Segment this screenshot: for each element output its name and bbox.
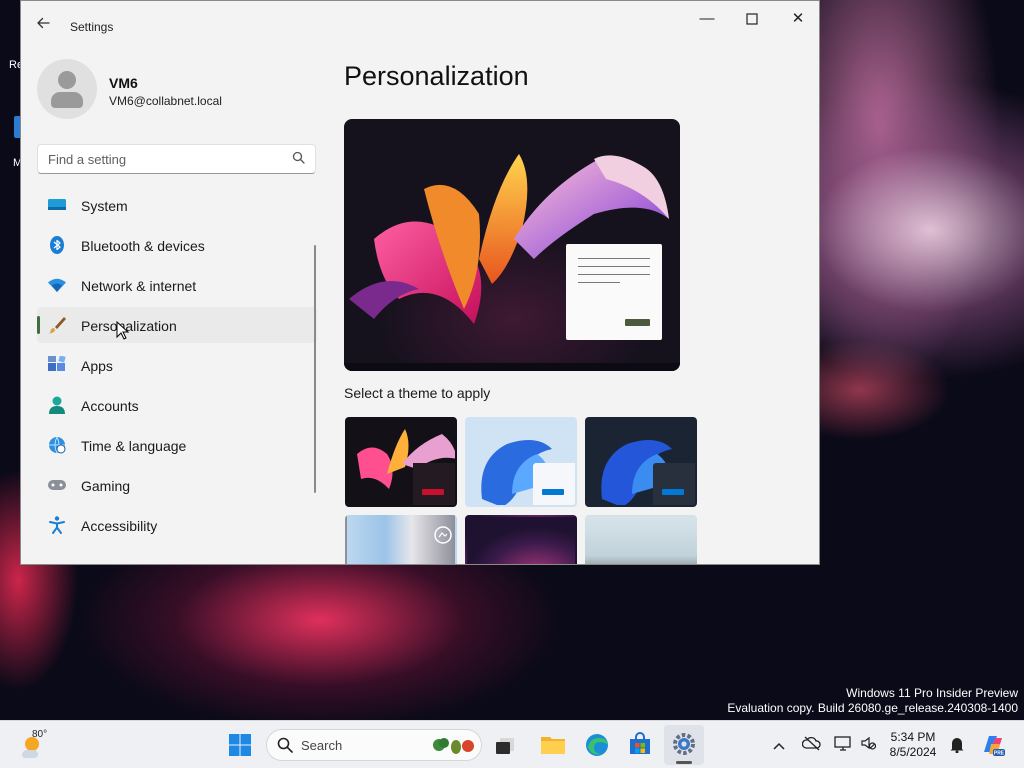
sidebar-item-label: Network & internet [81,278,197,294]
search-input[interactable] [48,152,278,167]
settings-search-box[interactable] [37,144,316,174]
theme-accent-swatch [542,489,564,495]
user-name: VM6 [109,75,138,91]
sidebar-item-accounts[interactable]: Accounts [37,387,317,423]
bluetooth-icon [47,236,67,254]
store-icon[interactable] [628,732,652,756]
theme-bloom-light[interactable] [465,417,577,507]
settings-window: Settings — ✕ VM6 VM6@collabnet.local Sys… [20,0,820,565]
sidebar-item-apps[interactable]: Apps [37,347,317,383]
settings-icon [673,733,695,755]
sidebar-item-network[interactable]: Network & internet [37,267,317,303]
theme-flow[interactable] [465,515,577,564]
preview-window-mock [566,244,662,340]
sidebar-item-label: Bluetooth & devices [81,238,205,254]
sidebar-scrollbar[interactable] [314,245,316,493]
sidebar-item-gaming[interactable]: Gaming [37,467,317,503]
svg-text:PRE: PRE [994,751,1005,757]
chevron-up-icon[interactable] [772,738,786,756]
sidebar-item-label: System [81,198,128,214]
title-bar[interactable]: Settings — ✕ [21,1,819,37]
sidebar-item-label: Accounts [81,398,139,414]
watermark-line-edition: Windows 11 Pro Insider Preview [846,686,1018,700]
task-view-icon[interactable] [494,734,518,756]
weather-temperature: 80° [32,729,48,740]
search-icon [277,737,293,758]
selection-indicator [37,316,40,334]
start-icon[interactable] [228,733,252,757]
theme-captured-motion[interactable] [345,515,457,564]
clock[interactable]: 5:34 PM 8/5/2024 [884,730,942,760]
taskbar: 80° Search 5:34 PM 8/5/2024 PRE [0,720,1024,768]
volume-muted-icon[interactable] [860,735,877,756]
theme-preview [344,119,680,371]
onedrive-offline-icon[interactable] [801,735,822,756]
copilot-icon[interactable]: PRE [980,732,1006,763]
accounts-icon [47,396,67,414]
sidebar-item-system[interactable]: System [37,187,317,223]
taskbar-search-box[interactable]: Search [266,729,482,761]
theme-glow-dark[interactable] [345,417,457,507]
page-title: Personalization [344,61,529,91]
sidebar-item-accessibility[interactable]: Accessibility [37,507,317,543]
settings-taskbar-button[interactable] [664,725,704,765]
minimize-button[interactable]: — [684,9,730,29]
avatar[interactable] [37,59,97,119]
network-icon [47,276,67,294]
active-app-indicator [676,761,692,764]
sidebar-item-time-language[interactable]: Time & language [37,427,317,463]
gamepad-icon [47,476,67,494]
search-highlight-icon [431,736,477,761]
edge-icon[interactable] [584,732,610,758]
sidebar-item-label: Accessibility [81,518,158,534]
maximize-button[interactable] [729,9,775,29]
system-icon [47,196,67,214]
sidebar-nav: System Bluetooth & devices Network & int… [37,187,317,547]
sidebar-item-label: Time & language [81,438,187,454]
window-title: Settings [70,20,114,34]
search-icon[interactable] [292,151,305,167]
user-email: VM6@collabnet.local [109,94,222,108]
theme-bloom-dark[interactable] [585,417,697,507]
theme-sunrise[interactable] [585,515,697,564]
close-button[interactable]: ✕ [775,9,819,29]
clock-date: 8/5/2024 [889,745,937,759]
accessibility-icon [47,516,67,534]
back-arrow-icon[interactable] [35,15,51,35]
brush-icon [47,316,67,334]
clock-time: 5:34 PM [890,730,936,744]
evaluation-watermark: Windows 11 Pro Insider Preview Evaluatio… [727,686,1018,716]
sidebar-item-label: Apps [81,358,113,374]
sidebar-item-personalization[interactable]: Personalization [37,307,317,343]
preview-taskbar [344,363,680,371]
sidebar-item-label: Gaming [81,478,131,494]
watermark-line-build: Evaluation copy. Build 26080.ge_release.… [727,701,1018,715]
globe-clock-icon [47,436,67,454]
theme-accent-swatch [422,489,444,495]
notification-icon[interactable] [948,735,966,758]
sidebar-item-bluetooth[interactable]: Bluetooth & devices [37,227,317,263]
select-theme-label: Select a theme to apply [344,385,491,401]
weather-widget[interactable]: 80° [18,729,52,761]
theme-accent-swatch [662,489,684,495]
mouse-cursor-icon [116,321,130,340]
taskbar-search-label: Search [301,738,343,753]
network-icon[interactable] [834,735,852,756]
file-explorer-icon[interactable] [540,732,566,756]
apps-icon [47,355,67,374]
